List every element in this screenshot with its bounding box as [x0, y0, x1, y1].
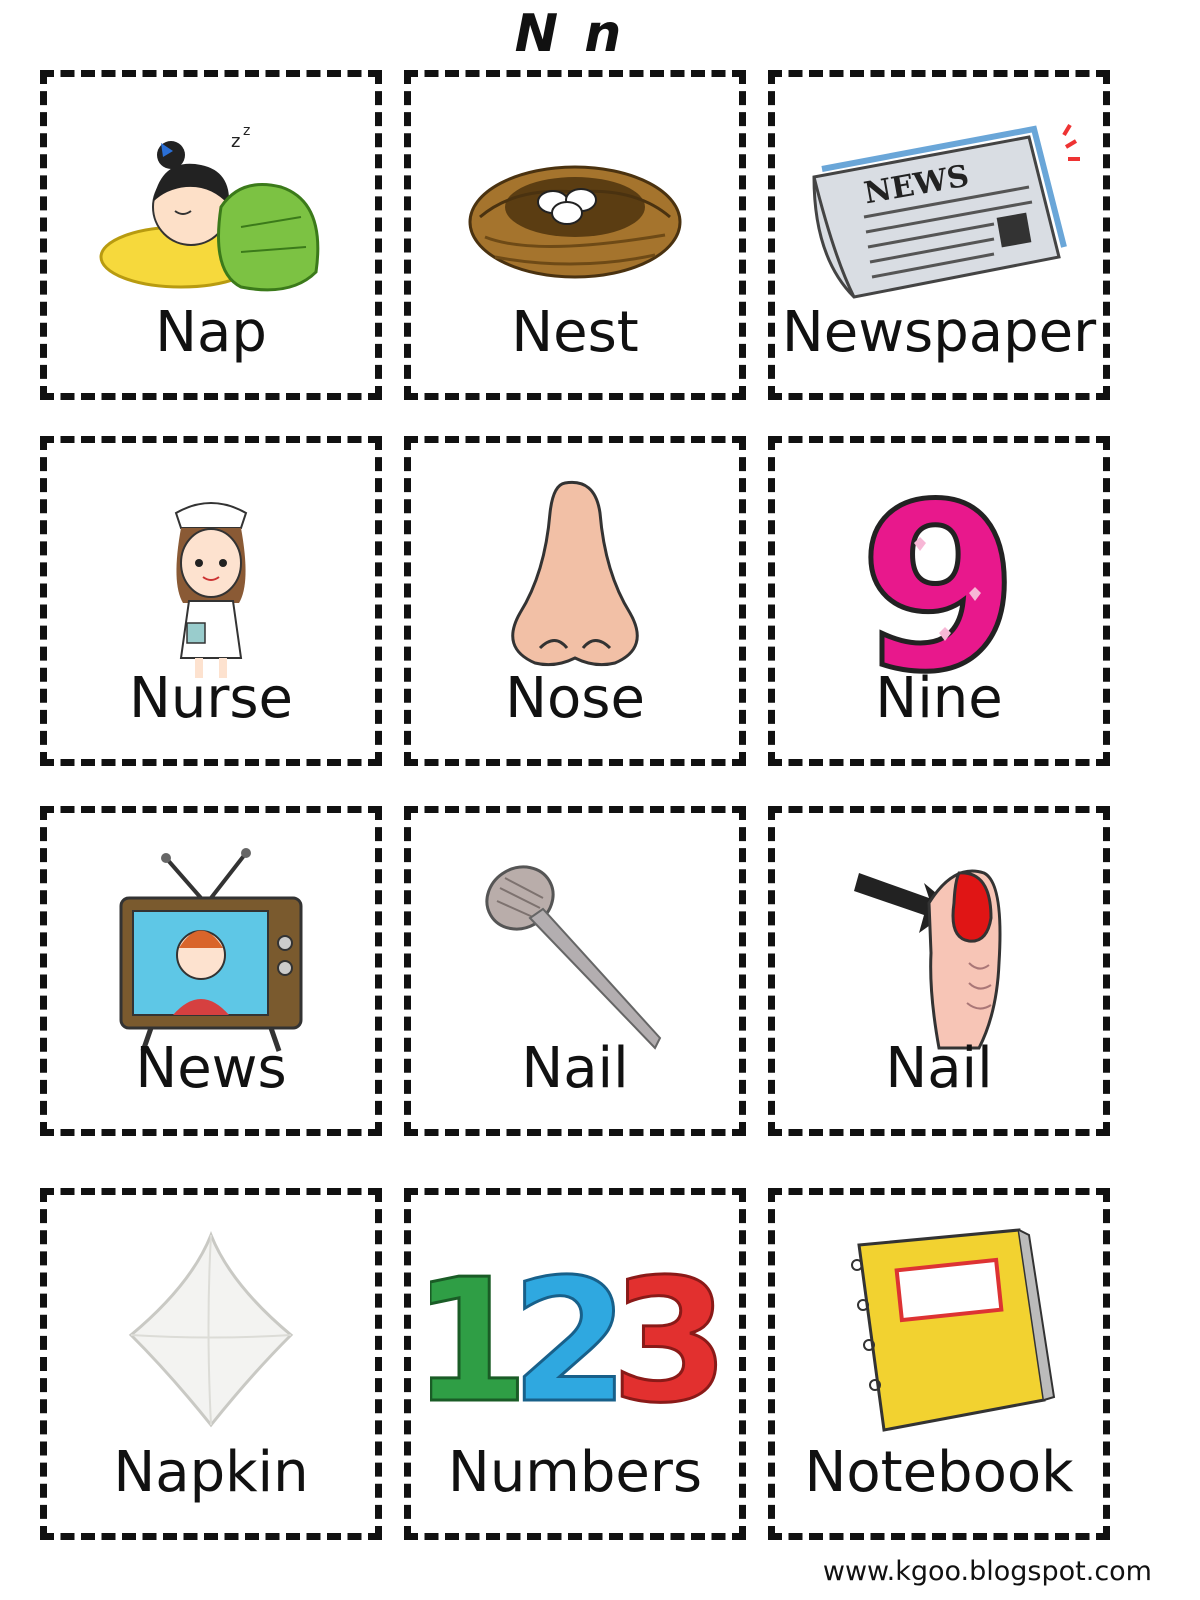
- card-news: News: [40, 806, 382, 1136]
- card-napkin: Napkin: [40, 1188, 382, 1540]
- nine-icon: 9: [819, 473, 1059, 683]
- svg-text:9: 9: [859, 473, 1019, 683]
- card-label: Newspaper: [781, 300, 1097, 365]
- card-nest: Nest: [404, 70, 746, 400]
- card-label: Notebook: [804, 1440, 1074, 1505]
- card-nose: Nose: [404, 436, 746, 766]
- napkin-icon: [91, 1225, 331, 1435]
- card-numbers: 1 2 3 Numbers: [404, 1188, 746, 1540]
- card-nail-finger: Nail: [768, 806, 1110, 1136]
- card-label: News: [135, 1036, 287, 1101]
- card-label: Napkin: [113, 1440, 309, 1505]
- card-nine: 9 Nine: [768, 436, 1110, 766]
- numbers-123-icon: 1 2 3: [430, 1225, 720, 1436]
- card-label: Nurse: [128, 666, 294, 731]
- svg-text:3: 3: [611, 1243, 720, 1435]
- card-nap: z z Nap: [40, 70, 382, 400]
- card-label: Nest: [511, 300, 639, 365]
- sleeping-girl-icon: z z: [91, 107, 331, 317]
- footer-url: www.kgoo.blogspot.com: [822, 1556, 1152, 1587]
- metal-nail-icon: [455, 843, 695, 1053]
- card-nail-metal: Nail: [404, 806, 746, 1136]
- card-label: Numbers: [447, 1440, 703, 1505]
- card-label: Nail: [885, 1036, 993, 1101]
- card-label: Nose: [505, 666, 645, 731]
- notebook-icon: [819, 1225, 1059, 1435]
- card-newspaper: NEWS Newspaper: [768, 70, 1110, 400]
- card-notebook: Notebook: [768, 1188, 1110, 1540]
- newspaper-icon: NEWS: [794, 107, 1084, 317]
- nest-icon: [455, 107, 695, 317]
- nurse-icon: [91, 473, 331, 683]
- page-title: N n: [514, 4, 626, 64]
- card-label: Nine: [875, 666, 1003, 731]
- tv-news-icon: [91, 843, 331, 1053]
- card-label: Nap: [155, 300, 267, 365]
- fingernail-icon: [819, 843, 1059, 1053]
- svg-text:z: z: [231, 131, 240, 152]
- nose-icon: [455, 473, 695, 683]
- svg-text:z: z: [243, 123, 250, 139]
- card-label: Nail: [521, 1036, 629, 1101]
- card-nurse: Nurse: [40, 436, 382, 766]
